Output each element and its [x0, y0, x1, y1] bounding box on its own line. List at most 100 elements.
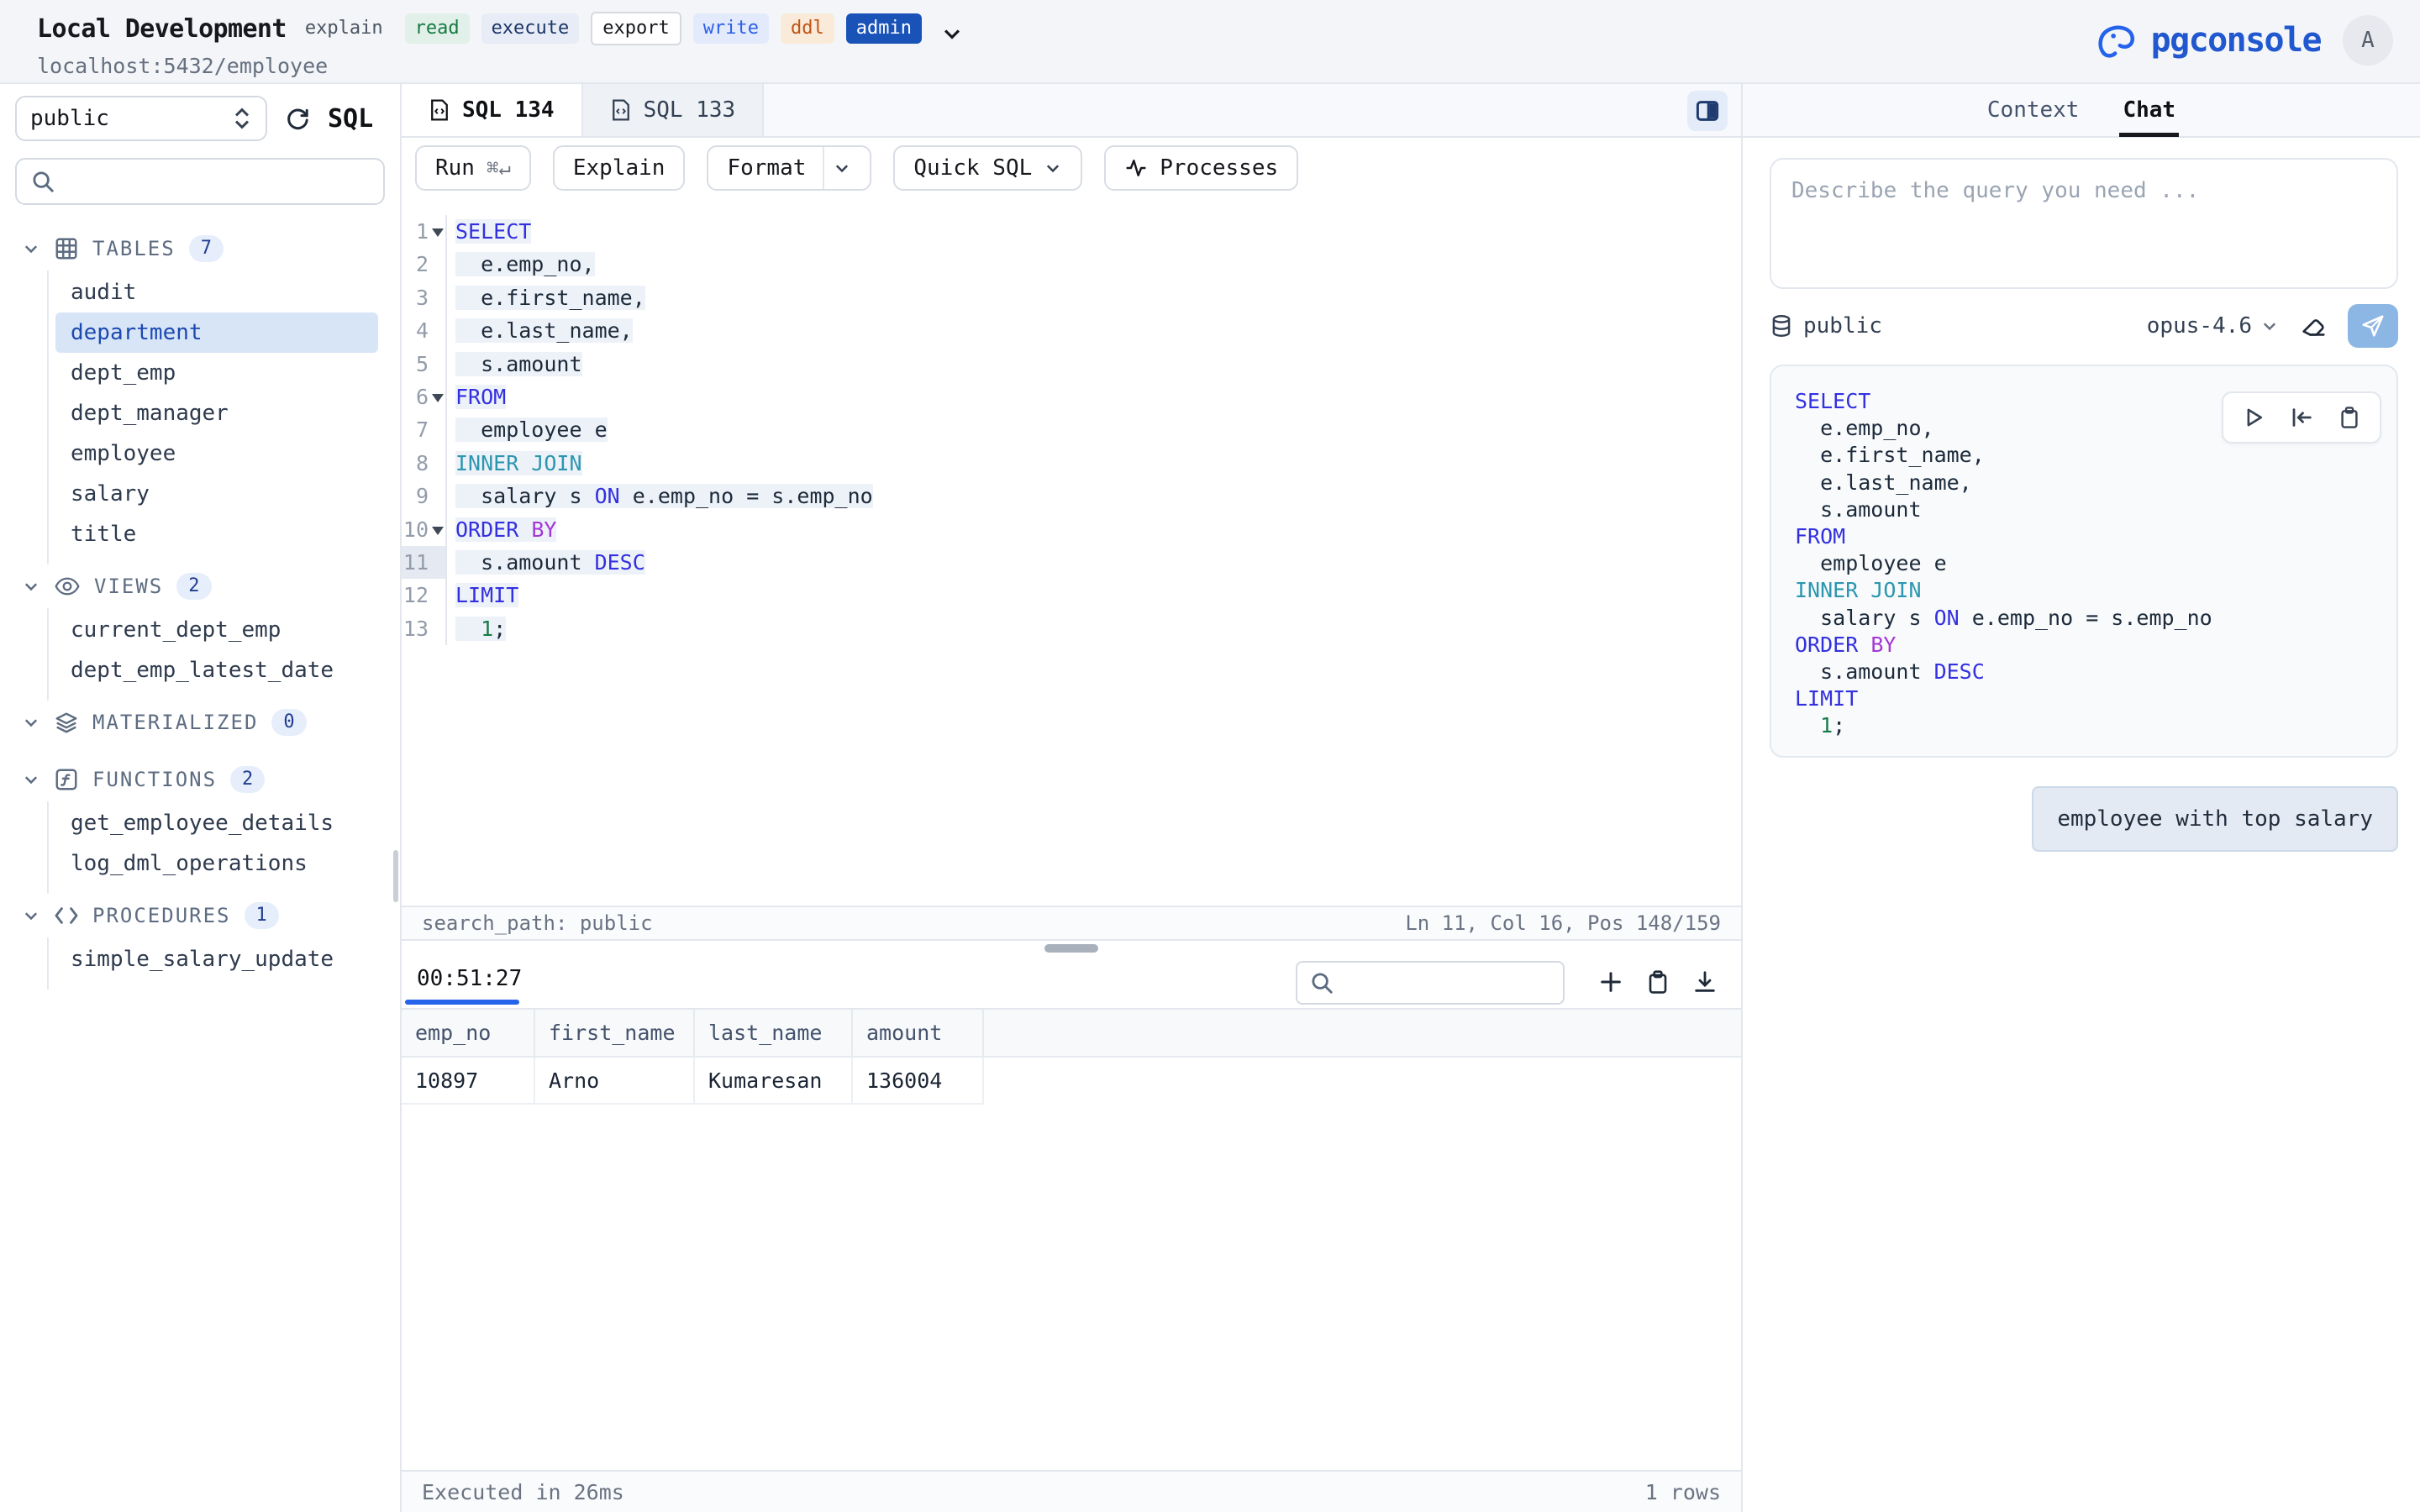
sidebar-item-employee[interactable]: employee [49, 433, 378, 474]
chat-prompt-input[interactable] [1771, 160, 2396, 287]
sidebar-item-dept_emp[interactable]: dept_emp [49, 353, 378, 393]
send-button[interactable] [2348, 304, 2398, 348]
column-header-amount[interactable]: amount [852, 1010, 983, 1057]
section-label: VIEWS [94, 575, 163, 598]
tab-sql-133[interactable]: SQL 133 [583, 84, 765, 136]
editor-line-11[interactable]: 11 s.amount DESC [402, 546, 1741, 579]
line-number[interactable]: 9 [402, 480, 447, 512]
run-query-play-icon[interactable] [2242, 406, 2265, 429]
schema-select-value: public [30, 106, 109, 131]
table-cell[interactable]: Arno [534, 1057, 694, 1104]
line-number[interactable]: 1 [402, 215, 447, 248]
add-result-tab-icon[interactable] [1598, 969, 1623, 995]
editor-line-3[interactable]: 3 e.first_name, [402, 281, 1741, 314]
line-number[interactable]: 12 [402, 579, 447, 612]
model-select[interactable]: opus-4.6 [2147, 313, 2279, 339]
sidebar-item-simple_salary_update[interactable]: simple_salary_update [49, 939, 378, 979]
sidebar-item-dept_manager[interactable]: dept_manager [49, 393, 378, 433]
editor-line-7[interactable]: 7 employee e [402, 413, 1741, 446]
line-number[interactable]: 7 [402, 413, 447, 446]
column-header-first_name[interactable]: first_name [534, 1010, 694, 1057]
table-cell[interactable]: 10897 [402, 1057, 534, 1104]
sidebar-item-audit[interactable]: audit [49, 272, 378, 312]
editor-line-8[interactable]: 8INNER JOIN [402, 447, 1741, 480]
section-label: PROCEDURES [92, 904, 231, 927]
chevron-down-icon [1044, 159, 1062, 177]
chevron-down-icon[interactable] [833, 159, 851, 177]
sql-editor[interactable]: 1SELECT2 e.emp_no,3 e.first_name,4 e.las… [402, 198, 1741, 906]
tab-sql-134[interactable]: SQL 134 [402, 84, 583, 136]
editor-line-4[interactable]: 4 e.last_name, [402, 314, 1741, 347]
results-search[interactable] [1296, 961, 1565, 1005]
editor-line-12[interactable]: 12LIMIT [402, 579, 1741, 612]
function-icon [54, 767, 79, 792]
fold-caret-icon[interactable] [432, 228, 444, 237]
split-panel-icon[interactable] [1687, 91, 1728, 131]
schema-select[interactable]: public [15, 96, 267, 141]
sidebar-search[interactable] [15, 158, 385, 205]
tab-chat[interactable]: Chat [2123, 83, 2175, 137]
clear-chat-eraser-icon[interactable] [2299, 312, 2328, 340]
editor-line-2[interactable]: 2 e.emp_no, [402, 248, 1741, 281]
sidebar-item-department[interactable]: department [55, 312, 378, 353]
section-header-views[interactable]: VIEWS2 [0, 564, 400, 608]
line-number[interactable]: 8 [402, 447, 447, 480]
sidebar-search-input[interactable] [66, 167, 370, 196]
copy-sql-icon[interactable] [2338, 406, 2361, 429]
column-header-last_name[interactable]: last_name [694, 1010, 852, 1057]
line-number[interactable]: 13 [402, 612, 447, 645]
chat-prompt-box[interactable] [1770, 158, 2398, 289]
format-button[interactable]: Format [707, 145, 871, 191]
sidebar-item-dept_emp_latest_date[interactable]: dept_emp_latest_date [49, 650, 378, 690]
line-number[interactable]: 5 [402, 348, 447, 381]
avatar[interactable]: A [2343, 15, 2393, 66]
table-cell[interactable]: 136004 [852, 1057, 983, 1104]
line-number[interactable]: 2 [402, 248, 447, 281]
line-number[interactable]: 10 [402, 513, 447, 546]
line-number[interactable]: 11 [402, 546, 447, 579]
editor-line-5[interactable]: 5 s.amount [402, 348, 1741, 381]
connection-title: Local Development [37, 14, 287, 44]
permission-badge-admin: admin [846, 13, 922, 44]
table-cell[interactable]: Kumaresan [694, 1057, 852, 1104]
fold-caret-icon[interactable] [432, 527, 444, 535]
panel-resize-handle[interactable] [402, 941, 1741, 956]
copy-results-icon[interactable] [1645, 969, 1670, 995]
download-results-icon[interactable] [1692, 969, 1718, 995]
section-header-functions[interactable]: FUNCTIONS2 [0, 758, 400, 801]
result-tab-timer[interactable]: 00:51:27 [417, 966, 522, 991]
editor-line-6[interactable]: 6FROM [402, 381, 1741, 413]
sidebar-scrollbar[interactable] [393, 850, 398, 902]
sidebar-item-log_dml_operations[interactable]: log_dml_operations [49, 843, 378, 884]
tab-context[interactable]: Context [1987, 83, 2080, 137]
processes-button[interactable]: Processes [1104, 145, 1298, 191]
insert-into-editor-icon[interactable] [2289, 405, 2314, 430]
refresh-icon[interactable] [284, 105, 311, 132]
section-header-procedures[interactable]: PROCEDURES1 [0, 894, 400, 937]
results-search-input[interactable] [1344, 969, 1551, 997]
table-cell-filler [983, 1057, 1741, 1104]
editor-line-10[interactable]: 10ORDER BY [402, 513, 1741, 546]
sidebar-item-get_employee_details[interactable]: get_employee_details [49, 803, 378, 843]
column-header-emp_no[interactable]: emp_no [402, 1010, 534, 1057]
run-button[interactable]: Run ⌘↵ [415, 145, 531, 191]
quick-sql-button[interactable]: Quick SQL [893, 145, 1082, 191]
section-header-tables[interactable]: TABLES7 [0, 227, 400, 270]
line-number[interactable]: 4 [402, 314, 447, 347]
sql-mode-toggle[interactable]: SQL [328, 104, 373, 134]
sidebar-item-salary[interactable]: salary [49, 474, 378, 514]
line-number[interactable]: 6 [402, 381, 447, 413]
table-row[interactable]: 10897ArnoKumaresan136004 [402, 1057, 1741, 1104]
chevron-down-icon[interactable] [940, 22, 964, 45]
editor-line-9[interactable]: 9 salary s ON e.emp_no = s.emp_no [402, 480, 1741, 512]
editor-line-1[interactable]: 1SELECT [402, 215, 1741, 248]
fold-caret-icon[interactable] [432, 394, 444, 402]
explain-button[interactable]: Explain [553, 145, 686, 191]
header-badges: explainreadexecuteexportwriteddladmin [302, 12, 922, 45]
sidebar-item-title[interactable]: title [49, 514, 378, 554]
sidebar-item-current_dept_emp[interactable]: current_dept_emp [49, 610, 378, 650]
line-number[interactable]: 3 [402, 281, 447, 314]
chat-schema-chip[interactable]: public [1770, 313, 1882, 339]
section-header-materialized[interactable]: MATERIALIZED0 [0, 701, 400, 744]
editor-line-13[interactable]: 13 1; [402, 612, 1741, 645]
